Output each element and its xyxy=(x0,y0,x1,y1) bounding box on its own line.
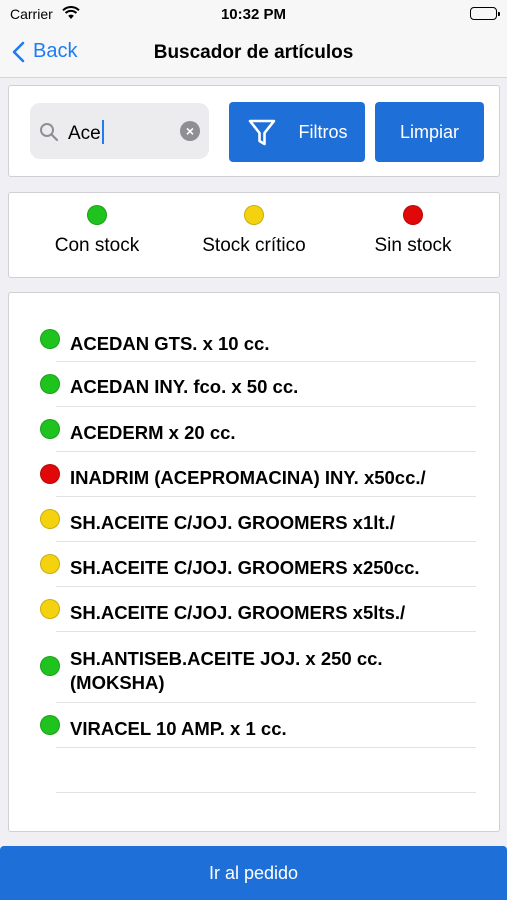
yellow-dot-icon xyxy=(244,205,264,225)
text-caret xyxy=(101,120,104,144)
list-item[interactable]: SH.ACEITE C/JOJ. GROOMERS x5lts./ xyxy=(40,587,476,632)
product-name: SH.ANTISEB.ACEITE JOJ. x 250 cc. (MOKSHA) xyxy=(70,648,383,693)
legend-out-of-stock: Sin stock xyxy=(361,205,465,257)
list-item[interactable]: SH.ACEITE C/JOJ. GROOMERS x1lt./ xyxy=(40,497,476,542)
navigation-bar: Back Buscador de artículos xyxy=(0,28,507,78)
search-panel: Ace × Filtros Limpiar xyxy=(8,85,500,177)
clear-button[interactable]: Limpiar xyxy=(375,102,484,162)
stock-status-icon xyxy=(40,329,60,349)
clear-text-icon[interactable]: × xyxy=(180,121,200,141)
stock-status-icon xyxy=(40,464,60,484)
product-name: ACEDERM x 20 cc. xyxy=(70,422,236,443)
legend-label: Stock crítico xyxy=(202,235,306,256)
stock-status-icon xyxy=(40,715,60,735)
go-to-order-label: Ir al pedido xyxy=(208,862,299,883)
product-name: SH.ACEITE C/JOJ. GROOMERS x1lt./ xyxy=(70,512,395,533)
list-item[interactable]: ACEDERM x 20 cc. xyxy=(40,407,476,452)
stock-legend: Con stock Stock crítico Sin stock xyxy=(8,192,500,278)
search-value: Ace xyxy=(68,120,104,145)
red-dot-icon xyxy=(403,205,423,225)
list-item[interactable]: INADRIM (ACEPROMACINA) INY. x50cc./ xyxy=(40,452,476,497)
clock: 10:32 PM xyxy=(220,6,287,23)
legend-label: Con stock xyxy=(54,235,140,256)
stock-status-icon xyxy=(40,419,60,439)
battery-icon xyxy=(470,7,500,20)
legend-critical-stock: Stock crítico xyxy=(191,205,317,257)
list-item[interactable]: VIRACEL 10 AMP. x 1 cc. xyxy=(40,703,476,748)
product-name: ACEDAN INY. fco. x 50 cc. xyxy=(70,376,299,397)
product-name: INADRIM (ACEPROMACINA) INY. x50cc./ xyxy=(70,467,426,488)
page-title: Buscador de artículos xyxy=(153,42,354,63)
product-name: VIRACEL 10 AMP. x 1 cc. xyxy=(70,718,287,739)
stock-status-icon xyxy=(40,509,60,529)
product-list: ACEDAN GTS. x 10 cc. ACEDAN INY. fco. x … xyxy=(8,292,500,832)
list-item[interactable]: SH.ACEITE C/JOJ. GROOMERS x250cc. xyxy=(40,542,476,587)
stock-status-icon xyxy=(40,599,60,619)
legend-label: Sin stock xyxy=(374,235,452,256)
stock-status-icon xyxy=(40,554,60,574)
list-item[interactable]: SH.ANTISEB.ACEITE JOJ. x 250 cc. (MOKSHA) xyxy=(40,632,476,703)
stock-status-icon xyxy=(40,374,60,394)
product-name: ACEDAN GTS. x 10 cc. xyxy=(70,333,270,354)
stock-status-icon xyxy=(40,656,60,676)
filter-icon xyxy=(248,119,275,146)
list-item-empty xyxy=(56,748,476,793)
product-name: SH.ACEITE C/JOJ. GROOMERS x5lts./ xyxy=(70,602,406,623)
search-icon xyxy=(40,123,59,142)
list-item[interactable]: ACEDAN INY. fco. x 50 cc. xyxy=(40,362,476,407)
search-input[interactable]: Ace × xyxy=(30,103,209,159)
filters-label: Filtros xyxy=(298,121,348,142)
product-name: SH.ACEITE C/JOJ. GROOMERS x250cc. xyxy=(70,557,420,578)
filters-button[interactable]: Filtros xyxy=(229,102,365,162)
legend-in-stock: Con stock xyxy=(47,205,147,257)
go-to-order-button[interactable]: Ir al pedido xyxy=(0,846,507,900)
status-bar: Carrier 10:32 PM xyxy=(0,0,507,28)
clear-label: Limpiar xyxy=(399,121,460,142)
list-item[interactable]: ACEDAN GTS. x 10 cc. xyxy=(40,321,476,362)
green-dot-icon xyxy=(87,205,107,225)
